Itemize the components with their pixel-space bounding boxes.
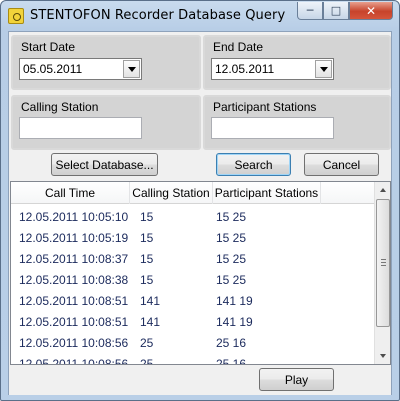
chevron-down-icon bbox=[319, 66, 328, 72]
start-date-value: 05.05.2011 bbox=[23, 62, 83, 76]
end-date-dropdown-button[interactable] bbox=[315, 60, 332, 78]
end-date-value: 12.05.2011 bbox=[215, 62, 275, 76]
minimize-button[interactable]: ─ bbox=[297, 2, 323, 20]
column-header-call-time[interactable]: Call Time bbox=[11, 182, 130, 204]
end-date-combo[interactable]: 12.05.2011 bbox=[211, 58, 334, 80]
table-row[interactable]: 12.05.2011 10:08:51 141 141 19 bbox=[11, 290, 375, 311]
participant-stations-group: Participant Stations bbox=[203, 95, 391, 150]
maximize-icon: □ bbox=[330, 4, 342, 17]
cell-participant-stations: 141 19 bbox=[216, 314, 253, 329]
cell-call-time: 12.05.2011 10:08:56 bbox=[19, 335, 129, 350]
results-header: Call Time Calling Station Participant St… bbox=[11, 182, 375, 204]
cell-calling-station: 25 bbox=[140, 335, 154, 350]
arrow-up-icon bbox=[380, 188, 386, 192]
cell-call-time: 12.05.2011 10:08:56 bbox=[19, 356, 129, 365]
table-row[interactable]: 12.05.2011 10:08:37 15 15 25 bbox=[11, 248, 375, 269]
calling-station-group: Calling Station bbox=[11, 95, 201, 150]
cell-call-time: 12.05.2011 10:08:51 bbox=[19, 293, 129, 308]
grip-line bbox=[381, 259, 386, 260]
cell-participant-stations: 141 19 bbox=[216, 293, 253, 308]
play-button[interactable]: Play bbox=[259, 368, 334, 391]
grip-line bbox=[381, 265, 386, 266]
cell-participant-stations: 15 25 bbox=[216, 272, 247, 287]
cell-calling-station: 15 bbox=[140, 209, 154, 224]
cell-calling-station: 15 bbox=[140, 272, 154, 287]
column-header-participant-stations[interactable]: Participant Stations bbox=[213, 182, 321, 204]
cell-call-time: 12.05.2011 10:08:38 bbox=[19, 272, 129, 287]
cancel-button[interactable]: Cancel bbox=[304, 153, 379, 176]
cell-call-time: 12.05.2011 10:05:10 bbox=[19, 209, 129, 224]
results-rows: 12.05.2011 10:05:10 15 15 25 12.05.2011 … bbox=[11, 206, 375, 365]
calling-station-input[interactable] bbox=[19, 117, 142, 139]
app-icon[interactable] bbox=[8, 8, 24, 24]
cell-participant-stations: 15 25 bbox=[216, 251, 247, 266]
table-row[interactable]: 12.05.2011 10:05:19 15 15 25 bbox=[11, 227, 375, 248]
minimize-icon: ─ bbox=[306, 4, 314, 17]
client-area: Start Date 05.05.2011 End Date 12.05.201… bbox=[8, 31, 392, 395]
cell-participant-stations: 15 25 bbox=[216, 209, 247, 224]
cell-participant-stations: 25 16 bbox=[216, 335, 247, 350]
scroll-up-button[interactable] bbox=[375, 182, 390, 198]
app-window: STENTOFON Recorder Database Query ─ □ ✕ … bbox=[0, 0, 400, 401]
end-date-group: End Date 12.05.2011 bbox=[203, 35, 391, 90]
vertical-scrollbar[interactable] bbox=[374, 182, 390, 364]
calling-station-label: Calling Station bbox=[21, 100, 99, 114]
title-bar[interactable]: STENTOFON Recorder Database Query ─ □ ✕ bbox=[1, 1, 399, 31]
chevron-down-icon bbox=[127, 66, 136, 72]
scrollbar-thumb[interactable] bbox=[376, 199, 390, 327]
table-row[interactable]: 12.05.2011 10:08:56 25 25 16 bbox=[11, 332, 375, 353]
cell-calling-station: 141 bbox=[140, 293, 161, 308]
cell-calling-station: 15 bbox=[140, 251, 154, 266]
cell-call-time: 12.05.2011 10:08:51 bbox=[19, 314, 129, 329]
column-header-filler bbox=[321, 182, 375, 204]
table-row[interactable]: 12.05.2011 10:08:56 25 25 16 bbox=[11, 353, 375, 365]
arrow-down-icon bbox=[380, 354, 386, 358]
cell-participant-stations: 15 25 bbox=[216, 230, 247, 245]
start-date-label: Start Date bbox=[21, 40, 76, 54]
column-header-calling-station[interactable]: Calling Station bbox=[130, 182, 213, 204]
grip-line bbox=[381, 262, 386, 263]
window-title: STENTOFON Recorder Database Query bbox=[30, 8, 286, 23]
cell-call-time: 12.05.2011 10:05:19 bbox=[19, 230, 129, 245]
start-date-group: Start Date 05.05.2011 bbox=[11, 35, 201, 90]
participant-stations-label: Participant Stations bbox=[213, 100, 317, 114]
search-button[interactable]: Search bbox=[216, 153, 291, 176]
end-date-label: End Date bbox=[213, 40, 264, 54]
select-database-button[interactable]: Select Database... bbox=[51, 153, 158, 176]
participant-stations-input[interactable] bbox=[211, 117, 334, 139]
cell-calling-station: 141 bbox=[140, 314, 161, 329]
maximize-button[interactable]: □ bbox=[323, 2, 349, 20]
table-row[interactable]: 12.05.2011 10:08:38 15 15 25 bbox=[11, 269, 375, 290]
close-button[interactable]: ✕ bbox=[349, 2, 393, 20]
results-list[interactable]: Call Time Calling Station Participant St… bbox=[10, 181, 391, 365]
start-date-combo[interactable]: 05.05.2011 bbox=[19, 58, 142, 80]
caption-buttons: ─ □ ✕ bbox=[297, 2, 393, 20]
table-row[interactable]: 12.05.2011 10:05:10 15 15 25 bbox=[11, 206, 375, 227]
cell-call-time: 12.05.2011 10:08:37 bbox=[19, 251, 129, 266]
bottom-bar: Play bbox=[9, 366, 391, 395]
close-icon: ✕ bbox=[365, 3, 377, 18]
table-row[interactable]: 12.05.2011 10:08:51 141 141 19 bbox=[11, 311, 375, 332]
start-date-dropdown-button[interactable] bbox=[123, 60, 140, 78]
cell-calling-station: 15 bbox=[140, 230, 154, 245]
scroll-down-button[interactable] bbox=[375, 348, 390, 364]
cell-calling-station: 25 bbox=[140, 356, 154, 365]
cell-participant-stations: 25 16 bbox=[216, 356, 247, 365]
